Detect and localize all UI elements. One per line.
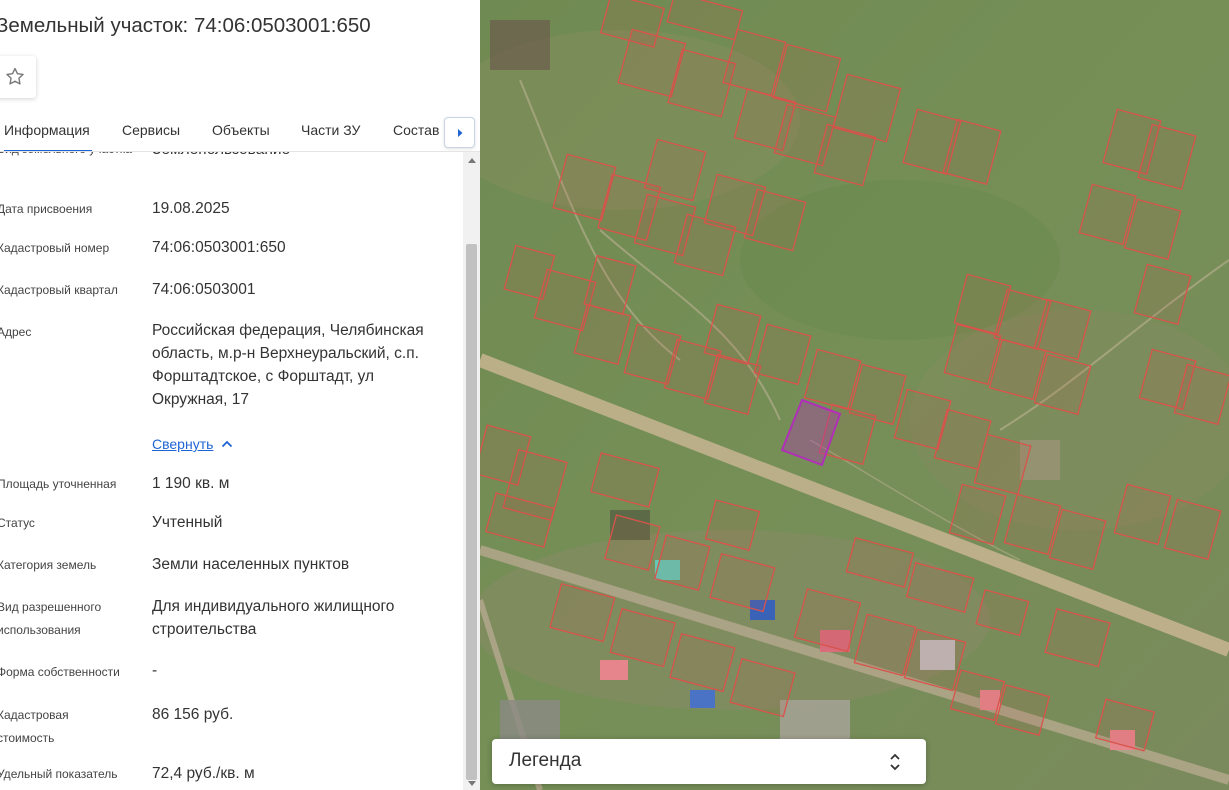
permitted-use-label: Вид разрешенного использования <box>0 600 102 637</box>
cad-number-value: 74:06:0503001:650 <box>152 239 286 256</box>
map-view[interactable] <box>480 0 1229 790</box>
ownership-label: Форма собственности <box>0 665 120 679</box>
page-title: Земельный участок: 74:06:0503001:650 <box>0 14 371 37</box>
map-canvas[interactable] <box>480 0 1229 790</box>
cad-number-label: Кадастровый номер <box>0 241 110 255</box>
status-label: Статус <box>0 516 35 530</box>
tab-information[interactable]: Информация <box>4 114 92 152</box>
tab-composition[interactable]: Состав <box>393 114 439 152</box>
tab-services[interactable]: Сервисы <box>122 114 180 152</box>
scrollbar-thumb[interactable] <box>466 244 477 780</box>
tab-bar: Информация Сервисы Объекты Части ЗУ Сост… <box>0 114 480 152</box>
tab-parcel-parts[interactable]: Части ЗУ <box>301 114 360 152</box>
info-panel: Земельный участок: 74:06:0503001:650 Инф… <box>0 0 480 790</box>
status-value: Учтенный <box>152 514 223 531</box>
area-label: Площадь уточненная <box>0 477 117 491</box>
specific-label: Удельный показатель <box>0 767 118 781</box>
address-value: Российская федерация, Челябинская област… <box>152 322 424 408</box>
area-value: 1 190 кв. м <box>152 475 230 492</box>
info-list: Вид земельного участка Землепользование … <box>0 152 463 790</box>
land-type-label: Вид земельного участка <box>0 152 137 161</box>
cad-value-label: Кадастровая стоимость <box>0 708 69 745</box>
land-type-value: Землепользование <box>152 152 442 161</box>
tab-objects[interactable]: Объекты <box>212 114 270 152</box>
scroll-down-arrow-icon[interactable] <box>468 781 476 786</box>
specific-value: 72,4 руб./кв. м <box>152 765 255 782</box>
tabs-scroll-right-button[interactable] <box>444 117 475 148</box>
caret-right-icon <box>457 128 462 137</box>
favorite-button[interactable] <box>0 56 36 98</box>
permitted-use-value: Для индивидуального жилищного строительс… <box>152 598 395 638</box>
scrollbar[interactable] <box>463 152 480 790</box>
scroll-up-arrow-icon[interactable] <box>468 158 476 163</box>
cad-quarter-value: 74:06:0503001 <box>152 281 256 298</box>
assign-date-label: Дата присвоения <box>0 202 93 216</box>
legend-panel[interactable]: Легенда <box>492 739 926 784</box>
category-value: Земли населенных пунктов <box>152 556 350 573</box>
chevron-up-icon <box>222 440 233 448</box>
collapse-link[interactable]: Свернуть <box>152 436 233 452</box>
legend-label: Легенда <box>509 750 582 771</box>
assign-date-value: 19.08.2025 <box>152 200 230 217</box>
cad-value-value: 86 156 руб. <box>152 706 234 723</box>
address-label: Адрес <box>0 325 32 339</box>
star-outline-icon <box>6 67 24 85</box>
cad-quarter-label: Кадастровый квартал <box>0 283 118 297</box>
category-label: Категория земель <box>0 558 97 572</box>
collapse-label: Свернуть <box>152 436 214 452</box>
ownership-value: - <box>152 662 158 679</box>
unfold-icon[interactable] <box>889 751 901 773</box>
